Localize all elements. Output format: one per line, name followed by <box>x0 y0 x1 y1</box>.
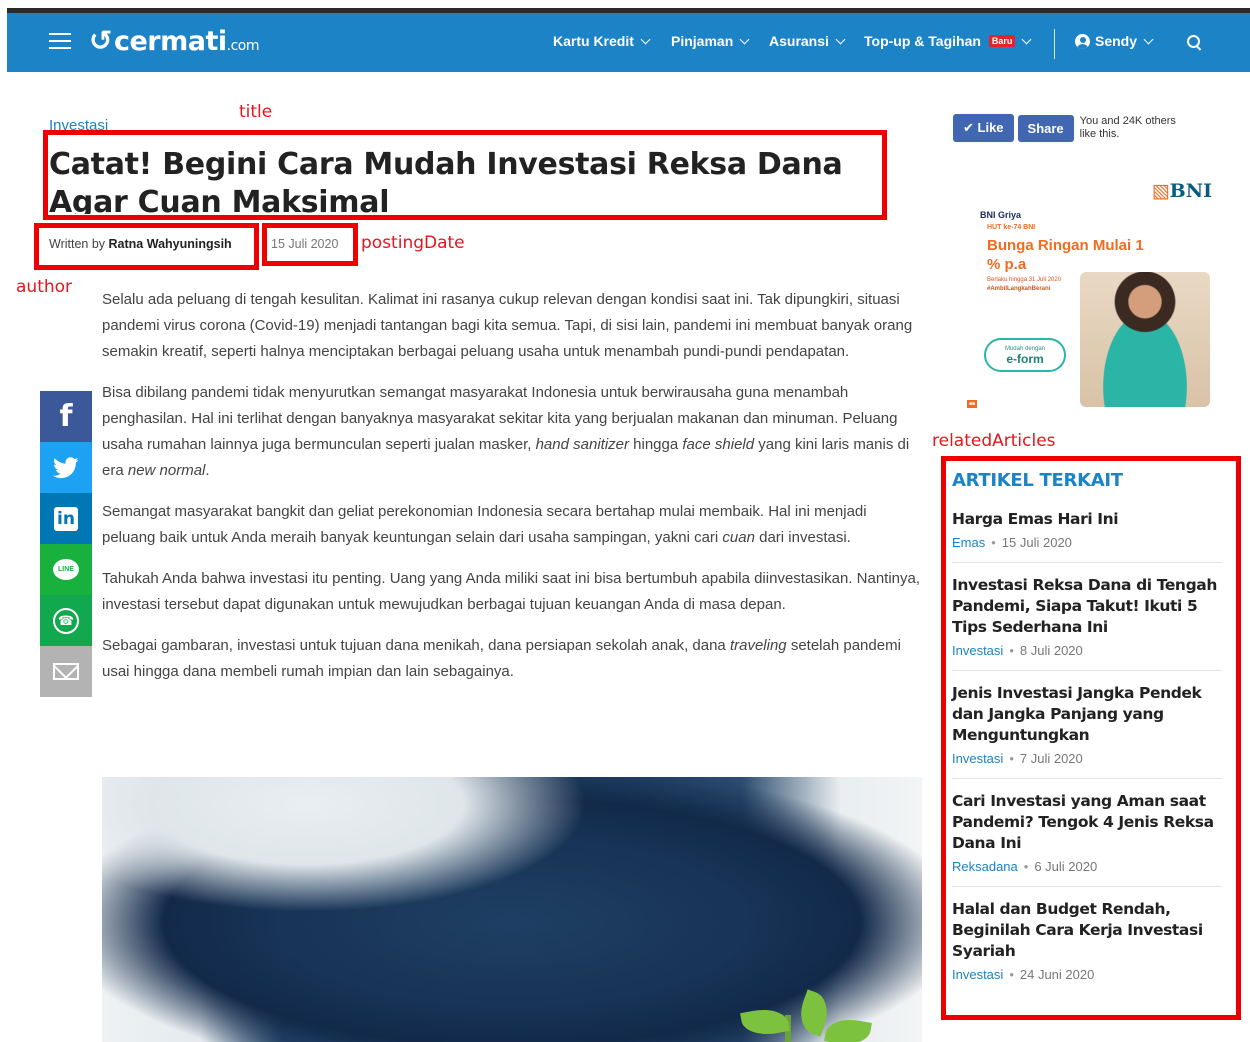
related-article-meta: Investasi • 8 Juli 2020 <box>952 643 1222 658</box>
related-article-date: 8 Juli 2020 <box>1019 643 1083 658</box>
new-badge: Baru <box>988 35 1016 47</box>
related-article-meta: Investasi • 7 Juli 2020 <box>952 751 1222 766</box>
social-share-bar: f in LINE ☎ <box>40 391 92 697</box>
related-article-meta: Investasi • 24 Juni 2020 <box>952 967 1222 982</box>
nav-topup-tagihan[interactable]: Top-up & Tagihan Baru <box>864 33 1032 49</box>
nav-pinjaman[interactable]: Pinjaman <box>671 33 750 49</box>
linkedin-icon: in <box>54 506 78 531</box>
user-name: Sendy <box>1095 33 1138 49</box>
linkedin-share-button[interactable]: in <box>40 493 92 544</box>
related-articles: ARTIKEL TERKAIT Harga Emas Hari Ini Emas… <box>952 470 1222 1006</box>
related-article-category[interactable]: Reksadana <box>952 859 1018 874</box>
ad-anniversary: HUT ke-74 BNI <box>987 224 1036 231</box>
annotation-posting-date: postingDate <box>361 233 465 253</box>
facebook-icon: f <box>59 399 73 434</box>
related-heading: ARTIKEL TERKAIT <box>952 470 1123 491</box>
meta-separator: • <box>1009 643 1014 658</box>
nav-divider <box>1054 29 1055 59</box>
site-logo[interactable]: ↺cermati.com <box>89 24 259 57</box>
whatsapp-share-button[interactable]: ☎ <box>40 595 92 646</box>
logo-mark-icon: ↺ <box>89 24 112 57</box>
chevron-down-icon <box>835 34 846 44</box>
meta-separator: • <box>991 535 996 550</box>
related-article-category[interactable]: Investasi <box>952 751 1003 766</box>
annotation-title-box <box>43 130 887 220</box>
nav-label: Pinjaman <box>671 33 734 49</box>
twitter-share-button[interactable] <box>40 442 92 493</box>
annotation-related-articles: relatedArticles <box>932 431 1056 451</box>
facebook-share-button[interactable]: f <box>40 391 92 442</box>
ad-photo <box>1080 272 1210 407</box>
meta-separator: • <box>1009 751 1014 766</box>
email-share-button[interactable] <box>40 646 92 697</box>
ad-eform-badge: Mudah dengan e-form <box>984 338 1066 372</box>
chevron-down-icon <box>1021 34 1032 44</box>
related-article-meta: Emas • 15 Juli 2020 <box>952 535 1222 550</box>
search-icon[interactable] <box>1187 35 1202 50</box>
annotation-author: author <box>16 277 73 297</box>
nav-label: Asuransi <box>769 33 829 49</box>
logo-text: cermati <box>113 26 227 57</box>
facebook-like-widget: ✔ Like Share You and 24K others like thi… <box>953 114 1190 142</box>
paragraph: Semangat masyarakat bangkit dan geliat p… <box>102 503 867 546</box>
nav-kartu-kredit[interactable]: Kartu Kredit <box>553 33 651 49</box>
user-menu[interactable]: Sendy <box>1075 33 1154 49</box>
related-article-item: Cari Investasi yang Aman saat Pandemi? T… <box>952 791 1222 887</box>
related-article-date: 7 Juli 2020 <box>1019 751 1083 766</box>
nav-label: Top-up & Tagihan <box>864 33 981 49</box>
article-body: Selalu ada peluang di tengah kesulitan. … <box>102 287 924 700</box>
related-article-title[interactable]: Jenis Investasi Jangka Pendek dan Jangka… <box>952 683 1222 746</box>
related-article-category[interactable]: Emas <box>952 535 985 550</box>
plant-leaf <box>824 1015 872 1042</box>
ad-footer: ■■ <box>967 400 978 408</box>
line-icon: LINE <box>53 559 79 580</box>
chevron-down-icon <box>739 34 750 44</box>
paragraph: Bisa dibilang pandemi tidak menyurutkan … <box>102 384 910 479</box>
user-icon <box>1075 33 1090 49</box>
plant-leaf <box>740 1005 790 1039</box>
paragraph: Tahukah Anda bahwa investasi itu penting… <box>102 570 921 613</box>
meta-separator: • <box>1023 859 1029 874</box>
related-article-title[interactable]: Harga Emas Hari Ini <box>952 509 1222 530</box>
bni-advertisement[interactable]: ▧BNI BNI Griya HUT ke-74 BNI Bunga Ringa… <box>962 180 1220 428</box>
article-hero-image <box>102 777 922 1042</box>
related-article-title[interactable]: Investasi Reksa Dana di Tengah Pandemi, … <box>952 575 1222 638</box>
related-article-title[interactable]: Halal dan Budget Rendah, Beginilah Cara … <box>952 899 1222 962</box>
related-article-category[interactable]: Investasi <box>952 643 1003 658</box>
nav-asuransi[interactable]: Asuransi <box>769 33 846 49</box>
annotation-author-box <box>34 223 259 270</box>
annotation-title: title <box>239 102 273 122</box>
related-article-item: Halal dan Budget Rendah, Beginilah Cara … <box>952 899 1222 994</box>
related-article-item: Investasi Reksa Dana di Tengah Pandemi, … <box>952 575 1222 671</box>
ad-headline: Bunga Ringan Mulai 1 % p.a <box>987 237 1144 273</box>
related-article-date: 24 Juni 2020 <box>1019 967 1095 982</box>
meta-separator: • <box>1009 967 1014 982</box>
related-article-date: 6 Juli 2020 <box>1034 859 1098 874</box>
hamburger-icon[interactable] <box>49 33 71 49</box>
whatsapp-icon: ☎ <box>53 607 79 634</box>
line-share-button[interactable]: LINE <box>40 544 92 595</box>
bni-logo: ▧BNI <box>1151 180 1212 202</box>
related-article-category[interactable]: Investasi <box>952 967 1003 982</box>
chevron-down-icon <box>1143 34 1154 44</box>
facebook-like-button[interactable]: ✔ Like <box>953 114 1014 142</box>
annotation-date-box <box>262 223 358 266</box>
facebook-share-widget-button[interactable]: Share <box>1017 114 1074 142</box>
related-article-meta: Reksadana • 6 Juli 2020 <box>952 859 1222 874</box>
paragraph: Selalu ada peluang di tengah kesulitan. … <box>102 291 913 360</box>
mail-icon <box>53 663 79 680</box>
chevron-down-icon <box>640 34 651 44</box>
related-article-item: Harga Emas Hari Ini Emas • 15 Juli 2020 <box>952 509 1222 563</box>
nav-label: Kartu Kredit <box>553 33 634 49</box>
twitter-icon <box>53 456 79 478</box>
like-count: You and 24K others like this. <box>1079 115 1176 140</box>
related-article-date: 15 Juli 2020 <box>1001 535 1072 550</box>
related-article-title[interactable]: Cari Investasi yang Aman saat Pandemi? T… <box>952 791 1222 854</box>
logo-suffix: .com <box>226 38 260 54</box>
navbar: ↺cermati.com Kartu Kredit Pinjaman Asura… <box>7 13 1250 72</box>
ad-product: BNI Griya <box>980 210 1022 220</box>
paragraph: Sebagai gambaran, investasi untuk tujuan… <box>102 637 901 680</box>
related-article-item: Jenis Investasi Jangka Pendek dan Jangka… <box>952 683 1222 779</box>
